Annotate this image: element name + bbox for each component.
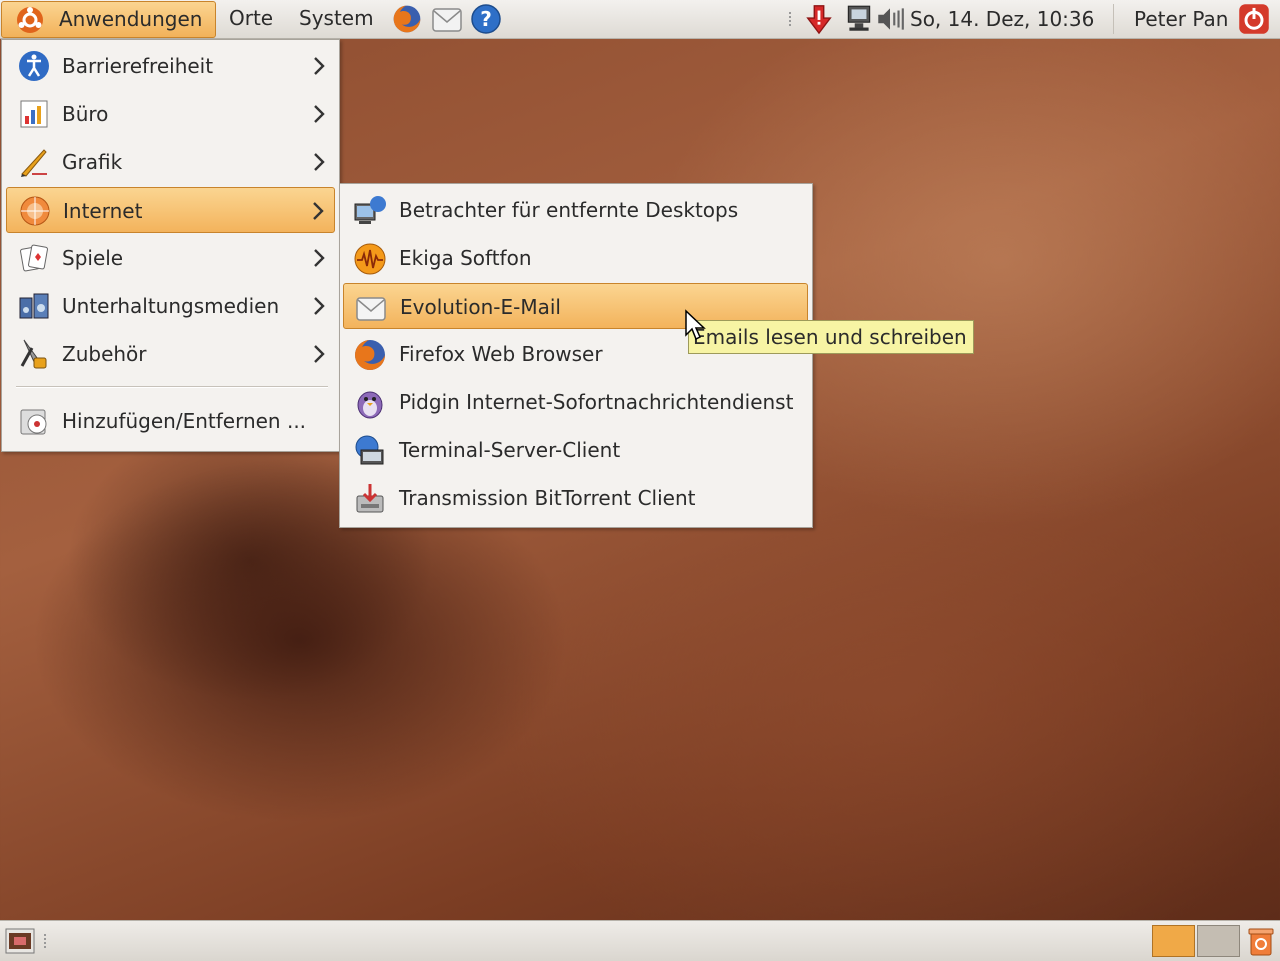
submenu-item-label: Betrachter für entfernte Desktops [399, 198, 739, 222]
menu-item-label: Unterhaltungsmedien [62, 294, 280, 318]
system-menu-button[interactable]: System [299, 1, 374, 36]
submenu-item-label: Evolution-E-Mail [400, 295, 561, 319]
menu-item-label: Barrierefreiheit [62, 54, 214, 78]
accessibility-icon [19, 51, 49, 81]
places-menu-button[interactable]: Orte [229, 1, 273, 36]
submenu-item-label: Firefox Web Browser [399, 342, 603, 366]
chevron-right-icon [314, 249, 325, 267]
office-icon [20, 100, 48, 128]
accessories-icon [20, 339, 47, 369]
ubuntu-logo-icon [17, 7, 43, 33]
network-icon[interactable] [843, 3, 875, 35]
mail-launcher-icon[interactable] [431, 3, 463, 35]
top-panel: Anwendungen Orte System ? So, 14. Dez, 1… [0, 0, 1280, 39]
chevron-right-icon [314, 105, 325, 123]
mouse-pointer-icon [685, 309, 706, 341]
menu-item-label: Hinzufügen/Entfernen ... [62, 409, 307, 433]
menu-item-unterhaltungsmedien[interactable]: Unterhaltungsmedien [6, 283, 335, 329]
submenu-item-remote-desktop[interactable]: Betrachter für entfernte Desktops [343, 187, 808, 233]
multimedia-icon [19, 293, 49, 319]
menu-item-label: Spiele [62, 246, 124, 270]
tooltip: Emails lesen und schreiben [688, 320, 974, 354]
applications-menu-label: Anwendungen [59, 7, 203, 31]
menu-item-barrierefreiheit[interactable]: Barrierefreiheit [6, 43, 335, 89]
workspace-1[interactable] [1152, 925, 1195, 957]
submenu-item-label: Terminal-Server-Client [399, 438, 621, 462]
remote-desktop-icon [354, 196, 386, 224]
menu-item-label: Grafik [62, 150, 123, 174]
applications-menu-button[interactable]: Anwendungen [1, 1, 216, 38]
submenu-item-terminal-server-client[interactable]: Terminal-Server-Client [343, 427, 808, 473]
chevron-right-icon [314, 57, 325, 75]
applications-menu: Barrierefreiheit Büro Grafik Internet Sp… [1, 39, 340, 452]
submenu-item-label: Pidgin Internet-Sofortnachrichtendienst [399, 390, 794, 414]
firefox-launcher-icon[interactable] [391, 3, 423, 35]
user-name[interactable]: Peter Pan [1134, 0, 1228, 38]
menu-separator [16, 386, 328, 388]
volume-icon[interactable] [874, 3, 906, 35]
add-remove-icon [20, 409, 47, 435]
transmission-icon [356, 484, 384, 513]
menu-item-add-remove[interactable]: Hinzufügen/Entfernen ... [6, 398, 335, 444]
ekiga-icon [354, 243, 386, 275]
menu-item-label: Zubehör [62, 342, 147, 366]
games-icon [20, 244, 48, 272]
clock[interactable]: So, 14. Dez, 10:36 [910, 0, 1094, 38]
internet-submenu: Betrachter für entfernte Desktops Ekiga … [339, 183, 813, 528]
update-notifier-icon[interactable] [803, 3, 835, 35]
menu-item-zubehoer[interactable]: Zubehör [6, 331, 335, 377]
submenu-item-label: Ekiga Softfon [399, 246, 532, 270]
power-icon[interactable] [1238, 3, 1270, 35]
bottom-panel [0, 920, 1280, 961]
trash-icon[interactable] [1245, 925, 1277, 957]
menu-item-label: Internet [63, 199, 143, 223]
svg-text:?: ? [480, 7, 492, 31]
show-desktop-icon[interactable] [4, 925, 36, 957]
panel-handle [789, 12, 795, 26]
system-menu-label: System [299, 6, 374, 30]
submenu-item-pidgin[interactable]: Pidgin Internet-Sofortnachrichtendienst [343, 379, 808, 425]
places-menu-label: Orte [229, 6, 274, 30]
menu-item-label: Büro [62, 102, 109, 126]
help-icon[interactable]: ? [470, 3, 502, 35]
submenu-item-label: Transmission BitTorrent Client [399, 486, 696, 510]
menu-item-internet[interactable]: Internet [6, 187, 335, 233]
chevron-right-icon [314, 345, 325, 363]
submenu-item-transmission[interactable]: Transmission BitTorrent Client [343, 475, 808, 521]
graphics-icon [21, 149, 47, 177]
terminal-server-icon [355, 435, 384, 465]
panel-separator [1113, 4, 1114, 34]
menu-item-spiele[interactable]: Spiele [6, 235, 335, 281]
firefox-icon [355, 340, 385, 370]
chevron-right-icon [314, 153, 325, 171]
panel-handle [44, 934, 50, 948]
internet-icon [20, 196, 50, 226]
menu-item-grafik[interactable]: Grafik [6, 139, 335, 185]
evolution-mail-icon [356, 297, 386, 321]
chevron-right-icon [314, 297, 325, 315]
submenu-item-ekiga[interactable]: Ekiga Softfon [343, 235, 808, 281]
chevron-right-icon [313, 202, 324, 220]
workspace-2[interactable] [1197, 925, 1240, 957]
pidgin-icon [357, 391, 383, 419]
menu-item-buero[interactable]: Büro [6, 91, 335, 137]
